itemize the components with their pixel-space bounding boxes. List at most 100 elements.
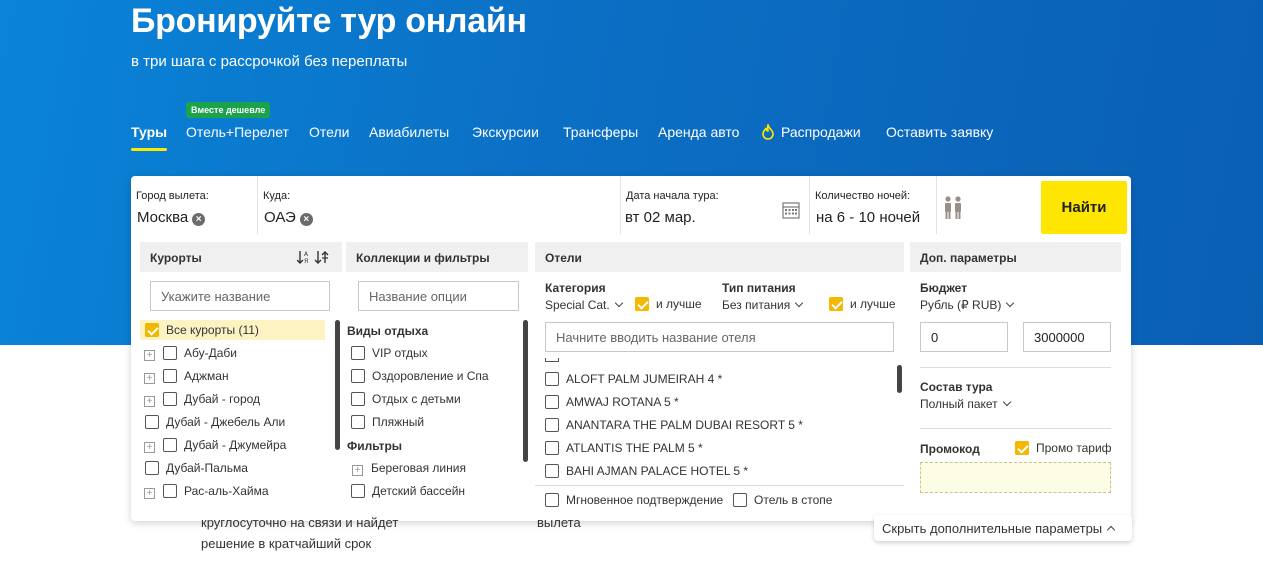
filter-checkbox[interactable] bbox=[351, 484, 365, 498]
resort-checkbox[interactable] bbox=[163, 369, 177, 383]
leisure-item[interactable]: VIP отдых bbox=[351, 346, 428, 366]
hotel-stop-option[interactable]: Отель в стопе bbox=[733, 493, 832, 513]
budget-min-input[interactable]: 0 bbox=[920, 322, 1008, 352]
option-search-input[interactable] bbox=[358, 281, 519, 311]
clear-destination-icon[interactable]: × bbox=[299, 213, 313, 226]
destination-field[interactable]: Куда: ОАЭ × bbox=[258, 176, 621, 234]
resort-item[interactable]: + Аджман bbox=[144, 369, 229, 389]
leisure-checkbox[interactable] bbox=[351, 415, 365, 429]
page-title: Бронируйте тур онлайн bbox=[131, 2, 527, 40]
tab-leave-request[interactable]: Оставить заявку bbox=[886, 124, 993, 140]
expand-icon[interactable]: + bbox=[144, 488, 155, 499]
category-and-better[interactable]: и лучше bbox=[635, 297, 702, 311]
expand-icon[interactable]: + bbox=[144, 350, 155, 361]
tourists-icon[interactable] bbox=[942, 195, 964, 221]
hotel-item[interactable]: ANANTARA THE PALM DUBAI RESORT 5 * bbox=[545, 418, 803, 438]
resort-item[interactable]: + Дубай - город bbox=[144, 392, 260, 412]
tab-excursions[interactable]: Экскурсии bbox=[472, 124, 539, 140]
hotel-checkbox[interactable] bbox=[545, 395, 559, 409]
extra-divider bbox=[920, 367, 1111, 368]
tour-composition-select[interactable]: Полный пакет bbox=[920, 397, 1011, 411]
leisure-checkbox[interactable] bbox=[351, 369, 365, 383]
currency-select[interactable]: Рубль (₽ RUB) bbox=[920, 298, 1015, 312]
resort-checkbox[interactable] bbox=[163, 438, 177, 452]
filter-item[interactable]: Детский бассейн bbox=[351, 484, 465, 504]
chevron-up-icon bbox=[1106, 525, 1116, 535]
hotel-checkbox[interactable] bbox=[545, 418, 559, 432]
resort-item[interactable]: Дубай-Пальма bbox=[145, 461, 248, 481]
hotel-stop-checkbox[interactable] bbox=[733, 493, 747, 507]
resort-item[interactable]: Дубай - Джебель Али bbox=[145, 415, 285, 435]
tab-sales[interactable]: Распродажи bbox=[761, 124, 861, 140]
instant-confirm-option[interactable]: Мгновенное подтверждение bbox=[545, 493, 723, 513]
sort-alpha-icon[interactable]: АЯ bbox=[297, 249, 311, 265]
resort-label: Рас-аль-Хайма bbox=[184, 484, 269, 498]
resort-item[interactable]: + Абу-Даби bbox=[144, 346, 237, 366]
clear-departure-icon[interactable]: × bbox=[192, 213, 206, 226]
tab-hotel-flight[interactable]: Отель+Перелет bbox=[186, 124, 289, 140]
calendar-icon[interactable] bbox=[782, 201, 800, 219]
partial-checkbox bbox=[545, 358, 559, 362]
expand-icon[interactable]: + bbox=[144, 373, 155, 384]
resort-checkbox[interactable] bbox=[145, 461, 159, 475]
promo-tariff-checkbox[interactable] bbox=[1015, 441, 1029, 455]
leisure-checkbox[interactable] bbox=[351, 392, 365, 406]
tab-flights[interactable]: Авиабилеты bbox=[369, 124, 449, 140]
start-date-field[interactable]: Дата начала тура: вт 02 мар. bbox=[621, 176, 810, 234]
resort-item[interactable]: + Дубай - Джумейра bbox=[144, 438, 286, 458]
resort-item-all[interactable]: Все курорты (11) bbox=[140, 320, 325, 340]
category-select[interactable]: Special Cat. bbox=[545, 298, 623, 312]
budget-max-input[interactable]: 3000000 bbox=[1023, 322, 1111, 352]
leisure-checkbox[interactable] bbox=[351, 346, 365, 360]
page-subtitle: в три шага с рассрочкой без переплаты bbox=[131, 53, 408, 70]
hotel-item[interactable]: ALOFT PALM JUMEIRAH 4 * bbox=[545, 372, 722, 392]
hotel-item[interactable]: BAHI AJMAN PALACE HOTEL 5 * bbox=[545, 464, 748, 484]
hide-extra-params-button[interactable]: Скрыть дополнительные параметры bbox=[874, 515, 1132, 541]
hotel-search-input[interactable] bbox=[545, 322, 894, 352]
filter-item[interactable]: + Береговая линия bbox=[352, 461, 466, 481]
expand-icon[interactable]: + bbox=[144, 396, 155, 407]
meal-and-better[interactable]: и лучше bbox=[829, 297, 896, 311]
promo-tariff-option[interactable]: Промо тариф bbox=[1015, 441, 1112, 455]
collections-title: Коллекции и фильтры bbox=[356, 251, 490, 265]
hotel-item[interactable]: AMWAJ ROTANA 5 * bbox=[545, 395, 679, 415]
resort-checkbox[interactable] bbox=[145, 415, 159, 429]
expand-icon[interactable]: + bbox=[352, 465, 363, 476]
meal-type-value: Без питания bbox=[722, 298, 791, 312]
category-better-checkbox[interactable] bbox=[635, 297, 649, 311]
leisure-item[interactable]: Отдых с детьми bbox=[351, 392, 461, 412]
resort-search-input[interactable] bbox=[150, 281, 330, 311]
departure-city-field[interactable]: Город вылета: Москва × bbox=[131, 176, 258, 234]
leisure-item[interactable]: Оздоровление и Спа bbox=[351, 369, 489, 389]
nights-field[interactable]: Количество ночей: на 6 - 10 ночей bbox=[810, 176, 937, 234]
expand-icon[interactable]: + bbox=[144, 442, 155, 453]
currency-value: Рубль (₽ RUB) bbox=[920, 298, 1002, 312]
tab-car-rental[interactable]: Аренда авто bbox=[658, 124, 739, 140]
find-button[interactable]: Найти bbox=[1041, 181, 1127, 234]
hotel-checkbox[interactable] bbox=[545, 464, 559, 478]
leisure-label: VIP отдых bbox=[372, 346, 428, 360]
resort-item[interactable]: + Рас-аль-Хайма bbox=[144, 484, 269, 504]
budget-label: Бюджет bbox=[920, 281, 968, 295]
resort-checkbox[interactable] bbox=[163, 484, 177, 498]
extra-divider bbox=[920, 428, 1111, 429]
instant-confirm-checkbox[interactable] bbox=[545, 493, 559, 507]
resort-checkbox[interactable] bbox=[145, 323, 159, 337]
meal-type-select[interactable]: Без питания bbox=[722, 298, 804, 312]
sort-rating-icon[interactable] bbox=[314, 249, 330, 265]
hotel-item[interactable]: ATLANTIS THE PALM 5 * bbox=[545, 441, 703, 461]
promo-code-input[interactable] bbox=[920, 462, 1111, 493]
hotels-scrollbar[interactable] bbox=[897, 365, 902, 393]
filter-label: Береговая линия bbox=[371, 461, 466, 475]
resorts-scrollbar[interactable] bbox=[335, 320, 340, 450]
tab-transfers[interactable]: Трансферы bbox=[563, 124, 638, 140]
collections-scrollbar[interactable] bbox=[523, 320, 528, 462]
tab-hotels[interactable]: Отели bbox=[309, 124, 349, 140]
meal-better-checkbox[interactable] bbox=[829, 297, 843, 311]
leisure-item[interactable]: Пляжный bbox=[351, 415, 424, 435]
resort-checkbox[interactable] bbox=[163, 392, 177, 406]
hotel-checkbox[interactable] bbox=[545, 441, 559, 455]
hotel-checkbox[interactable] bbox=[545, 372, 559, 386]
tab-tours[interactable]: Туры bbox=[131, 124, 168, 151]
resort-checkbox[interactable] bbox=[163, 346, 177, 360]
